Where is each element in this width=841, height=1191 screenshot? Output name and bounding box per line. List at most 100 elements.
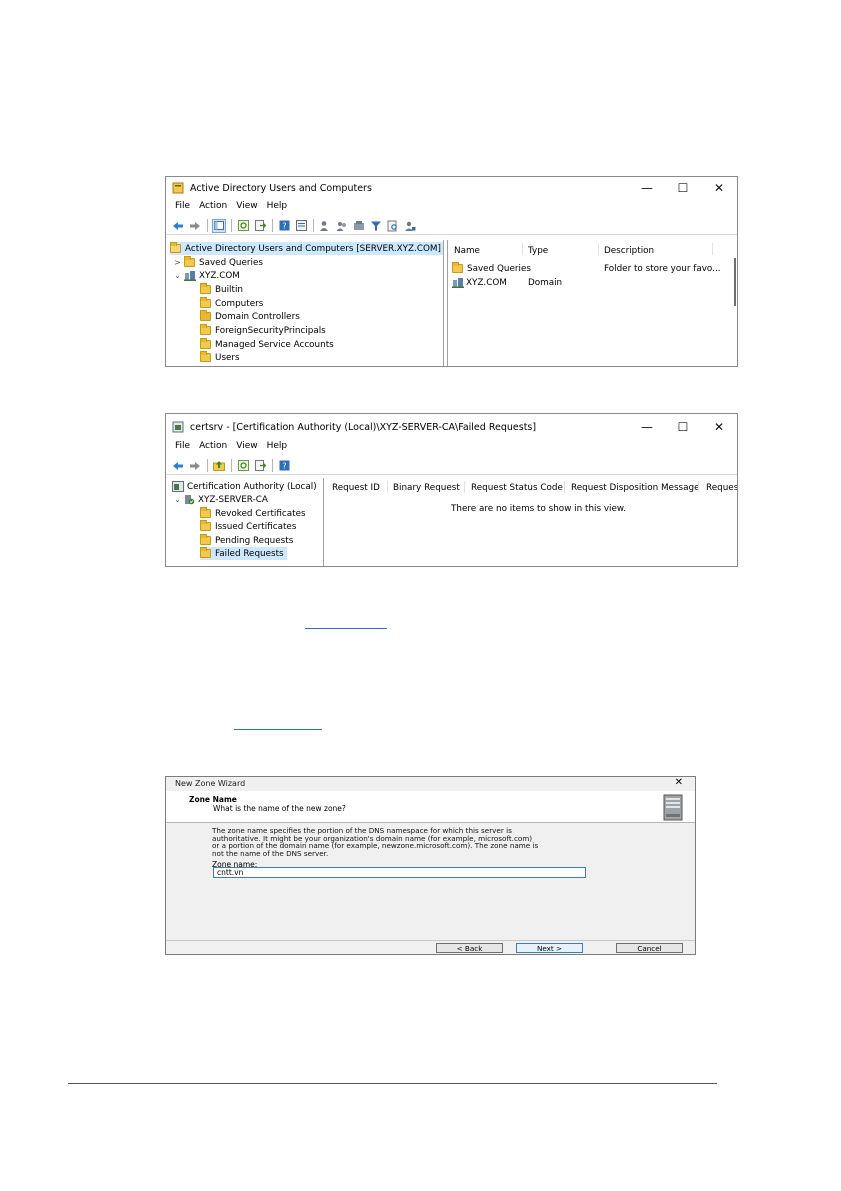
wizard-heading: Zone Name [189, 795, 237, 804]
properties-icon[interactable] [294, 219, 308, 233]
up-one-level-icon[interactable] [212, 459, 226, 473]
new-user-icon[interactable] [318, 219, 332, 233]
tree-item-label: ForeignSecurityPrincipals [215, 325, 326, 336]
certsrv-window-title: certsrv - [Certification Authority (Loca… [190, 421, 537, 433]
zone-name-input[interactable]: cntt.vn [213, 867, 586, 878]
show-hide-console-tree-icon[interactable] [212, 218, 226, 233]
tree-item-saved-queries[interactable]: > Saved Queries [173, 256, 263, 269]
export-list-icon[interactable] [253, 459, 267, 473]
forward-arrow-icon[interactable] [188, 459, 202, 473]
collapse-chevron-icon[interactable]: ⌄ [173, 495, 182, 504]
menu-file[interactable]: File [175, 201, 190, 215]
domain-icon [184, 271, 196, 281]
maximize-button[interactable]: ☐ [665, 416, 701, 438]
column-header-type[interactable]: Type [528, 243, 548, 259]
wizard-close-button[interactable]: ✕ [675, 777, 683, 788]
certsrv-list-pane: Request ID Binary Request Request Status… [326, 478, 737, 566]
maximize-button[interactable]: ☐ [665, 177, 701, 199]
table-row[interactable]: XYZ.COM Domain [450, 276, 735, 289]
tree-item-label: Builtin [215, 284, 243, 295]
tree-item-label: Computers [215, 298, 264, 309]
refresh-icon[interactable] [236, 219, 250, 233]
menu-action[interactable]: Action [199, 201, 227, 215]
row-name: Saved Queries [467, 263, 531, 274]
new-ou-icon[interactable] [352, 219, 366, 233]
forward-arrow-icon[interactable] [188, 219, 202, 233]
wizard-description-line: not the name of the DNS server. [212, 848, 329, 858]
add-to-group-icon[interactable] [403, 219, 417, 233]
export-list-icon[interactable] [253, 219, 267, 233]
wizard-header: Zone Name What is the name of the new zo… [166, 791, 695, 823]
refresh-icon[interactable] [236, 459, 250, 473]
vertical-scrollbar[interactable] [734, 258, 736, 306]
row-name: XYZ.COM [466, 277, 507, 288]
tree-item-ca-server[interactable]: ⌄ XYZ-SERVER-CA [173, 493, 268, 506]
minimize-button[interactable]: — [629, 177, 665, 199]
tree-root-aduc[interactable]: Active Directory Users and Computers [SE… [170, 242, 443, 255]
collapse-chevron-icon[interactable]: ⌄ [173, 271, 182, 280]
dns-server-icon [663, 794, 683, 821]
column-header-request[interactable]: Request [706, 480, 737, 496]
table-row[interactable]: Saved Queries Folder to store your favo.… [450, 262, 735, 275]
find-icon[interactable] [386, 219, 400, 233]
tree-item-domain[interactable]: ⌄ XYZ.COM [173, 269, 240, 282]
hyperlink-underline[interactable] [305, 628, 387, 629]
tree-item-issued-certificates[interactable]: Issued Certificates [200, 520, 296, 533]
menu-action[interactable]: Action [199, 441, 227, 455]
filter-icon[interactable] [369, 219, 383, 233]
column-header-binary-request[interactable]: Binary Request [393, 480, 460, 496]
next-button[interactable]: Next > [516, 943, 583, 953]
tree-item-pending-requests[interactable]: Pending Requests [200, 534, 293, 547]
tree-item-label: Issued Certificates [215, 521, 297, 532]
column-header-request-status-code[interactable]: Request Status Code [471, 480, 563, 496]
help-icon[interactable]: ? [277, 459, 291, 473]
certsrv-menubar: File Action View Help [166, 441, 737, 455]
folder-icon [200, 547, 211, 558]
toolbar-separator [272, 459, 273, 472]
back-arrow-icon[interactable] [171, 219, 185, 233]
wizard-description: The zone name specifies the portion of t… [212, 827, 682, 857]
tree-item-domain-controllers[interactable]: Domain Controllers [200, 310, 300, 323]
tree-item-revoked-certificates[interactable]: Revoked Certificates [200, 507, 306, 520]
close-button[interactable]: ✕ [701, 416, 737, 438]
aduc-window: Active Directory Users and Computers — ☐… [165, 176, 738, 367]
help-icon[interactable]: ? [277, 219, 291, 233]
tree-item-failed-requests[interactable]: Failed Requests [200, 547, 287, 560]
column-separator[interactable] [598, 243, 599, 255]
empty-list-message: There are no items to show in this view. [451, 504, 627, 514]
hyperlink-underline[interactable] [234, 729, 322, 730]
column-separator[interactable] [464, 481, 465, 493]
column-header-description[interactable]: Description [604, 243, 654, 259]
minimize-button[interactable]: — [629, 416, 665, 438]
column-separator[interactable] [712, 243, 713, 255]
menu-help[interactable]: Help [267, 441, 288, 455]
page-footer-rule [68, 1083, 717, 1084]
tree-item-users[interactable]: Users [200, 351, 240, 364]
tree-root-certification-authority[interactable]: Certification Authority (Local) [172, 480, 317, 493]
certsrv-app-icon [172, 421, 184, 433]
new-group-icon[interactable] [335, 219, 349, 233]
close-button[interactable]: ✕ [701, 177, 737, 199]
column-separator[interactable] [564, 481, 565, 493]
cancel-button[interactable]: Cancel [616, 943, 683, 953]
menu-view[interactable]: View [236, 201, 257, 215]
tree-item-label: Saved Queries [199, 257, 263, 268]
tree-item-computers[interactable]: Computers [200, 297, 263, 310]
menu-view[interactable]: View [236, 441, 257, 455]
column-separator[interactable] [522, 243, 523, 255]
tree-item-foreign-security-principals[interactable]: ForeignSecurityPrincipals [200, 324, 326, 337]
column-header-request-disposition-message[interactable]: Request Disposition Message [571, 480, 700, 496]
menu-file[interactable]: File [175, 441, 190, 455]
expand-chevron-icon[interactable]: > [173, 258, 182, 267]
column-header-name[interactable]: Name [454, 243, 480, 259]
column-header-request-id[interactable]: Request ID [332, 480, 380, 496]
back-arrow-icon[interactable] [171, 459, 185, 473]
column-separator[interactable] [698, 481, 699, 493]
back-button[interactable]: < Back [436, 943, 503, 953]
tree-item-managed-service-accounts[interactable]: Managed Service Accounts [200, 338, 334, 351]
menu-help[interactable]: Help [267, 201, 288, 215]
tree-item-builtin[interactable]: Builtin [200, 283, 243, 296]
tree-item-label: Domain Controllers [215, 311, 300, 322]
aduc-app-icon [172, 182, 184, 194]
column-separator[interactable] [387, 481, 388, 493]
